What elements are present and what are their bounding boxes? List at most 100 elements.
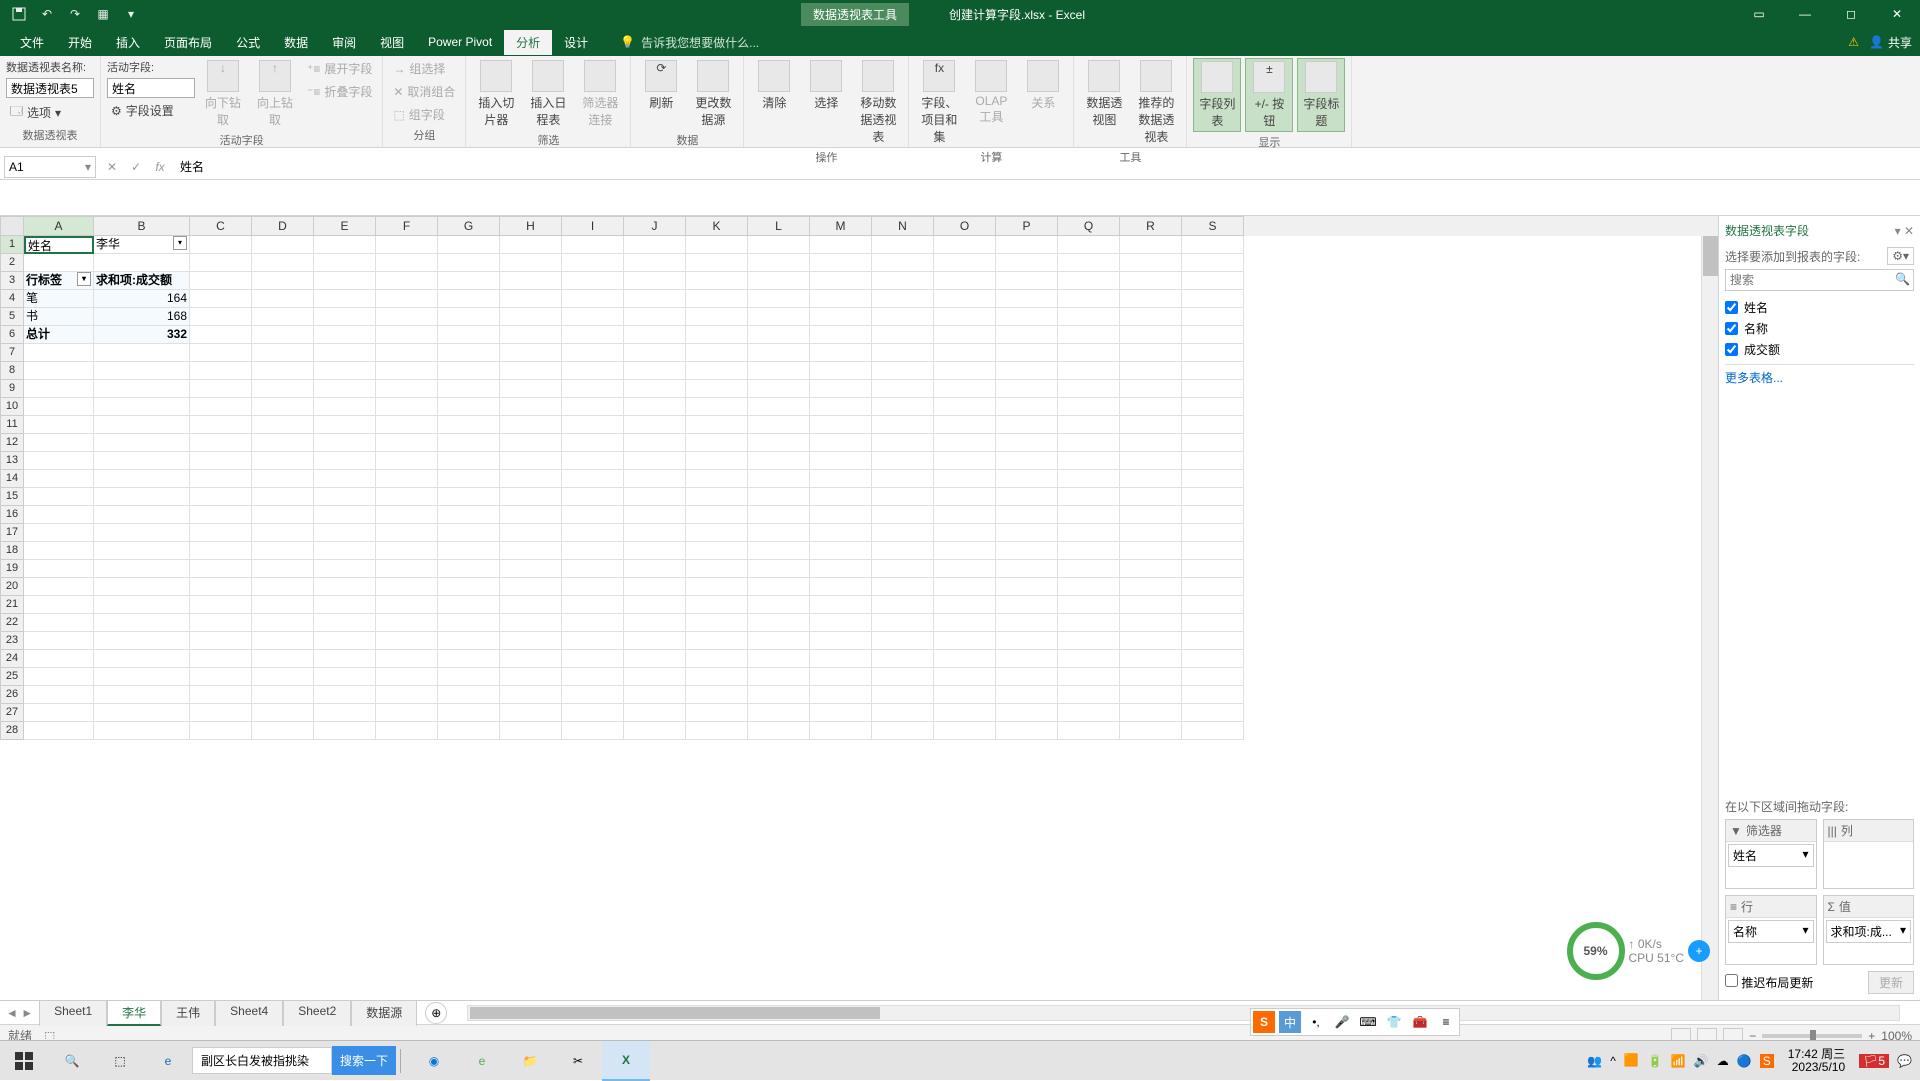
cell[interactable] [376,578,438,596]
change-source-button[interactable]: 更改数据源 [689,58,737,130]
cell[interactable] [934,452,996,470]
cell[interactable] [500,416,562,434]
cell[interactable] [252,722,314,740]
recommended-button[interactable]: 推荐的数据透视表 [1132,58,1180,147]
plus-minus-button[interactable]: ±+/- 按钮 [1245,58,1293,132]
ribbon-display-icon[interactable]: ▭ [1736,0,1782,28]
cell[interactable] [810,632,872,650]
field-checkbox[interactable] [1725,301,1738,314]
cell[interactable] [996,308,1058,326]
field-search-input[interactable] [1725,269,1914,291]
cell[interactable] [996,452,1058,470]
cell[interactable] [562,524,624,542]
cell[interactable] [996,578,1058,596]
cell[interactable] [810,416,872,434]
cell[interactable]: 书 [24,308,94,326]
cell[interactable] [190,272,252,290]
cell[interactable] [934,560,996,578]
cell[interactable] [810,668,872,686]
cell[interactable] [810,704,872,722]
cell[interactable] [314,506,376,524]
cell[interactable] [1120,596,1182,614]
cell[interactable] [1182,650,1244,668]
cell[interactable] [748,560,810,578]
more-tables-link[interactable]: 更多表格... [1725,365,1914,390]
cell[interactable] [438,380,500,398]
clear-button[interactable]: 清除 [750,58,798,113]
cell[interactable] [438,686,500,704]
cell[interactable] [94,668,190,686]
scrollbar-thumb[interactable] [1703,236,1718,276]
row-area[interactable]: ≡行 名称▾ [1725,895,1817,965]
cell[interactable] [24,650,94,668]
row-header[interactable]: 14 [0,470,24,488]
cell[interactable] [1058,506,1120,524]
sheet-tab[interactable]: Sheet4 [215,1000,283,1026]
cell[interactable] [314,524,376,542]
cell[interactable] [1182,326,1244,344]
row-header[interactable]: 8 [0,362,24,380]
cell[interactable] [438,704,500,722]
cell[interactable] [500,344,562,362]
cell[interactable] [872,632,934,650]
cell[interactable] [1182,398,1244,416]
row-header[interactable]: 19 [0,560,24,578]
cell[interactable] [438,524,500,542]
cell[interactable] [872,236,934,254]
ime-person-icon[interactable]: 👕 [1383,1011,1405,1033]
cell[interactable] [624,272,686,290]
cell[interactable] [94,452,190,470]
field-item[interactable]: 成交额 [1725,339,1914,360]
refresh-button[interactable]: ⟳刷新 [637,58,685,113]
cell[interactable] [438,722,500,740]
name-box[interactable]: A1▾ [4,156,96,178]
cell[interactable] [1182,686,1244,704]
cell[interactable] [24,668,94,686]
cell[interactable] [190,398,252,416]
cell[interactable] [252,488,314,506]
cell[interactable] [686,650,748,668]
cell[interactable] [1058,488,1120,506]
cell[interactable] [562,560,624,578]
cell[interactable] [500,542,562,560]
cell[interactable] [934,398,996,416]
cell[interactable] [94,686,190,704]
cell[interactable] [438,326,500,344]
fx-icon[interactable]: fx [148,156,172,178]
close-icon[interactable]: ✕ [1904,224,1914,238]
cell[interactable] [24,380,94,398]
cell[interactable] [24,632,94,650]
cell[interactable] [1182,290,1244,308]
cell[interactable] [314,704,376,722]
row-header[interactable]: 16 [0,506,24,524]
cell[interactable] [748,254,810,272]
cell[interactable]: 总计 [24,326,94,344]
cell[interactable] [1058,398,1120,416]
cell[interactable] [190,650,252,668]
cell[interactable] [314,326,376,344]
cell[interactable] [562,362,624,380]
ime-punct-icon[interactable]: •, [1305,1011,1327,1033]
cell[interactable] [748,578,810,596]
cell[interactable] [624,434,686,452]
bluetooth-icon[interactable]: 🔵 [1737,1054,1752,1068]
cell[interactable] [376,236,438,254]
cell[interactable] [748,722,810,740]
cell[interactable] [438,596,500,614]
cell[interactable] [1120,506,1182,524]
cell[interactable] [1058,650,1120,668]
cell[interactable] [24,452,94,470]
cell[interactable] [686,668,748,686]
cell[interactable] [562,290,624,308]
cell[interactable] [252,542,314,560]
tray-expand-icon[interactable]: ^ [1610,1054,1616,1068]
cell[interactable] [1058,614,1120,632]
cell[interactable] [252,452,314,470]
cell[interactable] [24,578,94,596]
cell[interactable] [686,596,748,614]
ime-mode-icon[interactable]: 中 [1279,1011,1301,1033]
cell[interactable] [24,470,94,488]
cell[interactable] [934,380,996,398]
cell[interactable] [190,434,252,452]
battery-icon[interactable]: 🔋 [1648,1054,1663,1068]
